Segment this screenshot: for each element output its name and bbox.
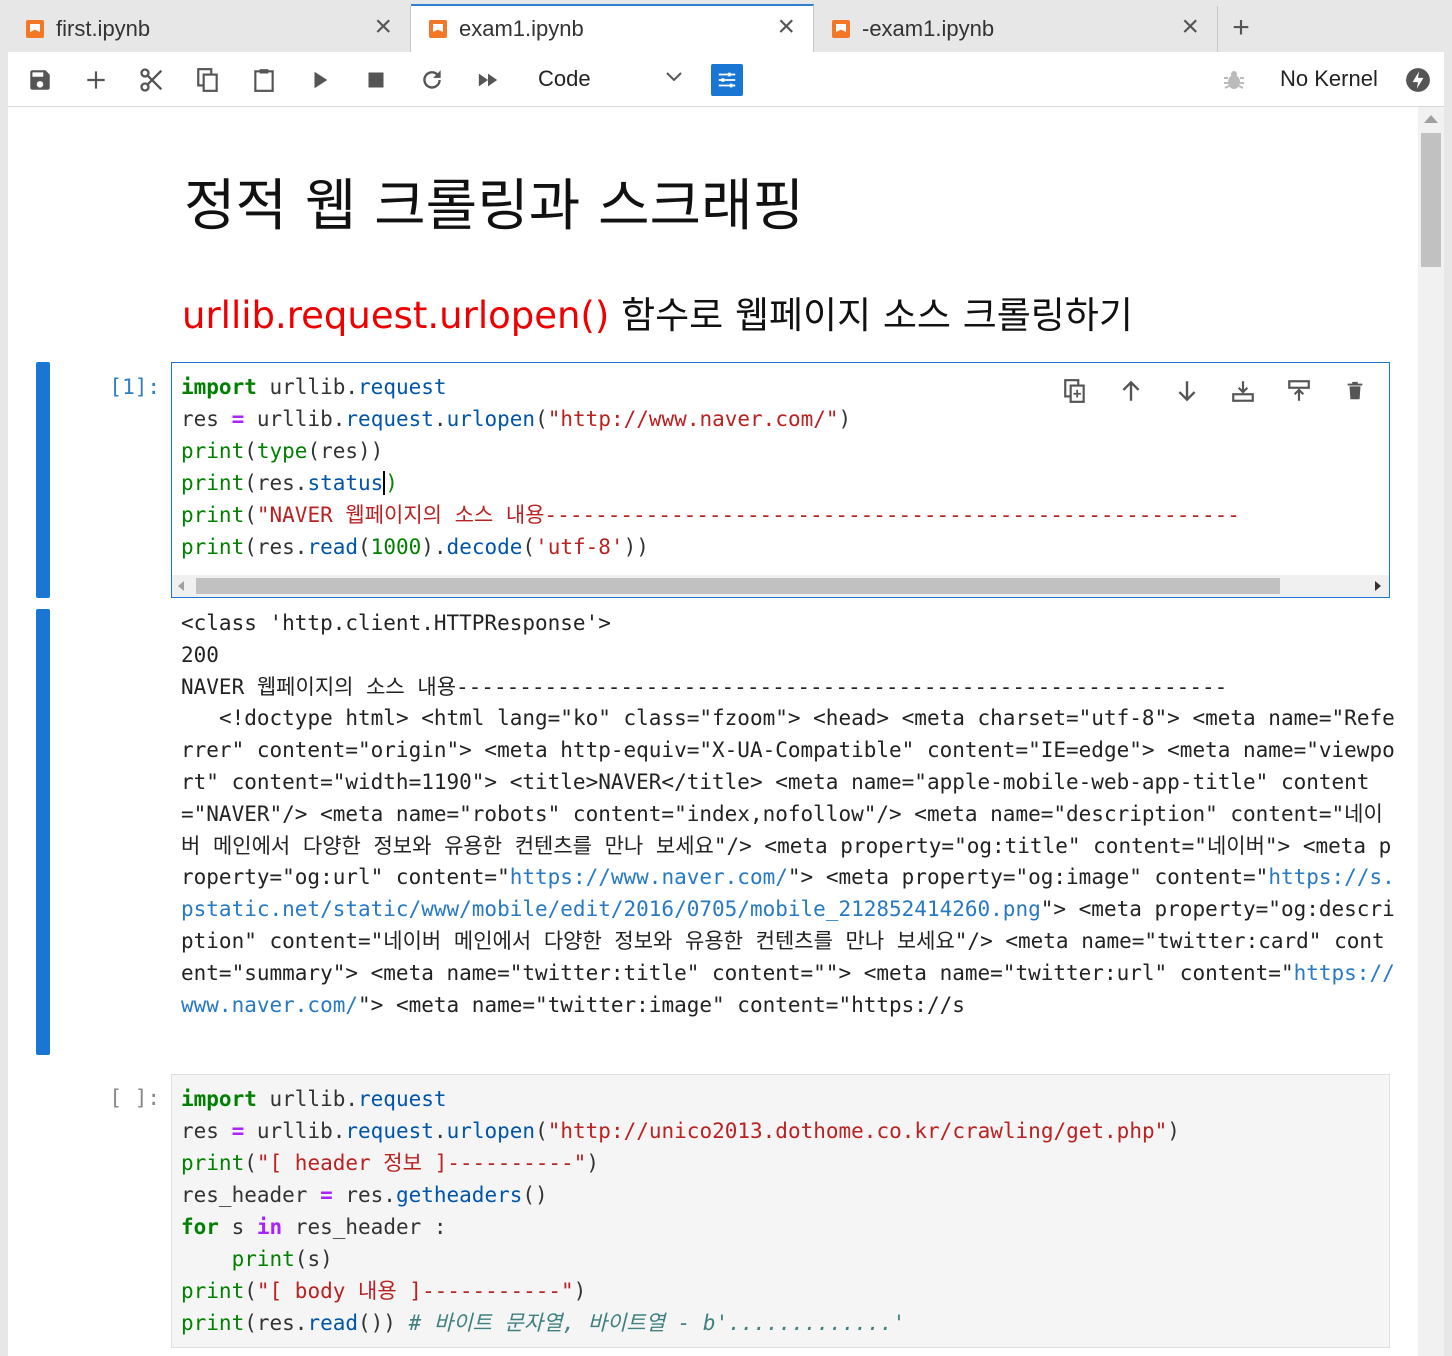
tab-first[interactable]: first.ipynb × — [8, 6, 411, 52]
save-button[interactable] — [22, 62, 58, 98]
output-collapser[interactable] — [36, 609, 50, 1055]
stop-icon — [368, 72, 384, 88]
cut-button[interactable] — [134, 62, 170, 98]
move-up-button[interactable] — [1113, 373, 1149, 409]
code-editor[interactable]: import urllib.request res = urllib.reque… — [181, 1083, 1180, 1339]
arrow-up-icon — [1122, 380, 1140, 401]
bug-icon — [1224, 71, 1244, 89]
insert-above-button[interactable] — [1225, 373, 1261, 409]
move-down-button[interactable] — [1169, 373, 1205, 409]
fast-forward-icon — [478, 73, 498, 87]
debugger-button[interactable] — [1216, 62, 1252, 98]
notebook-icon — [26, 20, 44, 38]
cell-output: <class 'http.client.HTTPResponse'> 200 NAV… — [181, 608, 1396, 1021]
add-icon — [87, 71, 105, 89]
output-link[interactable]: https://www.naver.com/ — [510, 865, 788, 889]
run-button[interactable] — [302, 62, 338, 98]
insert-below-icon — [1288, 380, 1310, 401]
notebook-panel[interactable]: 정적 웹 크롤링과 스크래핑 urllib.request.urlopen() … — [8, 107, 1418, 1356]
delete-cell-button[interactable] — [1337, 373, 1373, 409]
close-icon[interactable]: × — [1181, 12, 1199, 42]
chevron-down-icon[interactable] — [662, 64, 686, 88]
insert-above-icon — [1232, 381, 1254, 402]
add-cell-button[interactable] — [78, 62, 114, 98]
copy-icon — [197, 68, 218, 92]
scrollbar-thumb[interactable] — [1421, 133, 1441, 267]
run-all-button[interactable] — [470, 62, 506, 98]
cell-prompt: [1]: — [109, 375, 160, 399]
output-html-source: <!doctype html> <html lang="ko" class="f… — [181, 706, 1395, 1017]
restart-icon — [423, 70, 441, 89]
save-icon — [30, 70, 50, 90]
insert-below-button[interactable] — [1281, 373, 1317, 409]
trash-icon — [1347, 381, 1363, 400]
cell-type-select[interactable]: Code — [538, 66, 591, 92]
duplicate-cell-button[interactable] — [1057, 373, 1093, 409]
kernel-name[interactable]: No Kernel — [1280, 66, 1378, 92]
output-line: 200 — [181, 642, 219, 667]
close-icon[interactable]: × — [777, 12, 795, 42]
tab-label: exam1.ipynb — [459, 16, 584, 41]
paste-button[interactable] — [246, 62, 282, 98]
cell-prompt: [ ]: — [109, 1086, 160, 1110]
tab-label: first.ipynb — [56, 16, 151, 41]
property-inspector-icon — [718, 72, 736, 88]
output-line: NAVER 웹페이지의 소스 내용-----------------------… — [181, 674, 1228, 699]
stop-button[interactable] — [358, 62, 394, 98]
tab-bar: first.ipynb × exam1.ipynb × -exam1.ipynb… — [8, 4, 1444, 52]
heading-rest: 함수로 웹페이지 소스 크롤링하기 — [609, 294, 1133, 337]
paste-icon — [254, 69, 274, 92]
close-icon[interactable]: × — [374, 12, 392, 42]
code-cell-active[interactable]: import urllib.request res = urllib.reque… — [171, 362, 1390, 598]
copy-button[interactable] — [190, 62, 226, 98]
cut-icon — [140, 68, 163, 92]
kernel-status-indicator — [1400, 62, 1436, 98]
property-inspector-button[interactable] — [711, 64, 743, 96]
notebook-icon — [429, 20, 447, 38]
notebook-icon — [832, 20, 850, 38]
vertical-scrollbar[interactable] — [1418, 107, 1444, 1356]
tab-exam1[interactable]: exam1.ipynb × — [411, 4, 814, 52]
heading-function-name: urllib.request.urlopen() — [182, 294, 610, 337]
duplicate-icon — [1064, 379, 1085, 403]
notebook-toolbar: Code No Kernel — [8, 52, 1444, 107]
arrow-down-icon — [1178, 381, 1196, 402]
run-icon — [314, 71, 328, 89]
kernel-status-icon — [1406, 68, 1430, 92]
new-tab-button[interactable]: + — [1218, 6, 1264, 52]
tab-exam1-copy[interactable]: -exam1.ipynb × — [814, 6, 1218, 52]
cell-toolbar — [1057, 373, 1373, 409]
section-heading: urllib.request.urlopen() 함수로 웹페이지 소스 크롤링… — [182, 285, 1133, 339]
restart-button[interactable] — [414, 62, 450, 98]
code-cell[interactable]: import urllib.request res = urllib.reque… — [171, 1074, 1390, 1348]
output-line: <class 'http.client.HTTPResponse'> — [181, 611, 611, 635]
scroll-up-icon[interactable] — [1424, 115, 1438, 123]
page-title: 정적 웹 크롤링과 스크래핑 — [184, 174, 805, 239]
horizontal-scrollbar[interactable] — [172, 575, 1389, 597]
tab-label: -exam1.ipynb — [862, 16, 995, 41]
